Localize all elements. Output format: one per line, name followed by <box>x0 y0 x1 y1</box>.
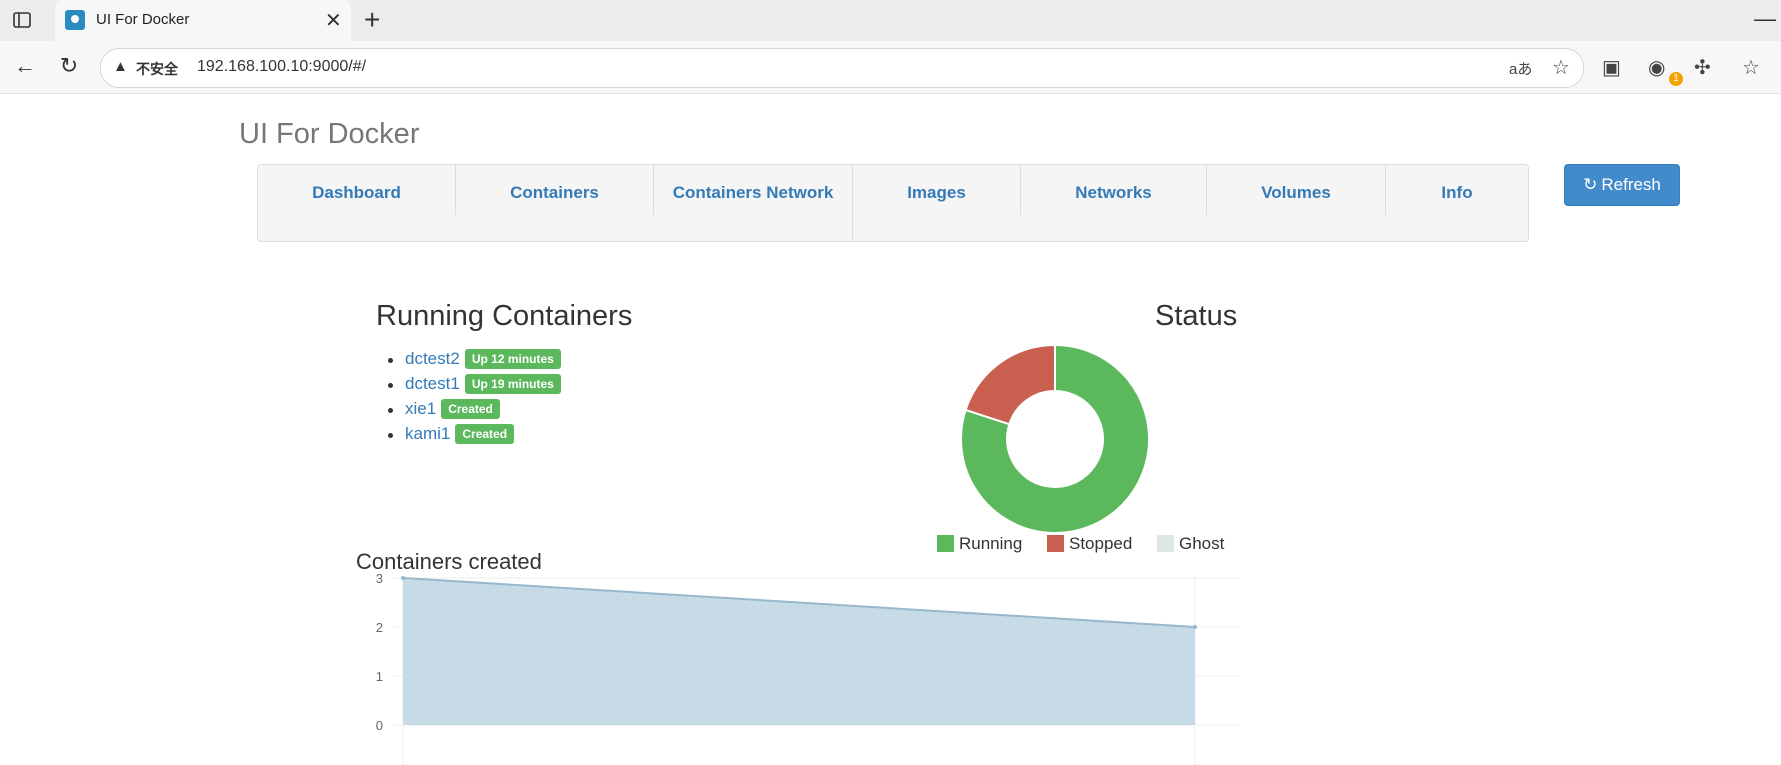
extension-badge: 1 <box>1669 72 1683 86</box>
nav-volumes[interactable]: Volumes <box>1207 165 1386 215</box>
nav-containers-network[interactable]: Containers Network <box>654 165 853 241</box>
container-link[interactable]: kami1 <box>405 424 450 443</box>
legend-swatch <box>937 535 954 552</box>
legend-label: Ghost <box>1179 534 1225 553</box>
legend-ghost: Ghost <box>1157 534 1224 554</box>
favorite-star-icon[interactable]: ☆ <box>1552 55 1570 80</box>
docker-favicon-icon <box>65 10 85 30</box>
extension-circle-icon[interactable]: ◉ <box>1648 55 1665 80</box>
new-tab-icon[interactable]: + <box>364 4 380 36</box>
data-point <box>401 576 405 580</box>
nav-dashboard[interactable]: Dashboard <box>258 165 456 215</box>
warning-icon[interactable]: ▲ <box>113 58 128 75</box>
close-tab-icon[interactable]: ✕ <box>325 8 342 33</box>
y-tick-label: 1 <box>376 669 383 684</box>
status-title: Status <box>1155 300 1238 332</box>
container-link[interactable]: dctest1 <box>405 374 460 393</box>
status-donut-chart <box>960 344 1150 534</box>
reload-icon[interactable]: ↻ <box>55 53 83 79</box>
collections-icon[interactable]: ▣ <box>1602 55 1621 80</box>
main-nav: Dashboard Containers Containers Network … <box>257 164 1529 242</box>
status-badge: Created <box>455 424 515 444</box>
nav-containers[interactable]: Containers <box>456 165 654 215</box>
y-tick-label: 3 <box>376 574 383 586</box>
y-tick-label: 0 <box>376 718 383 733</box>
security-label[interactable]: 不安全 <box>136 59 178 79</box>
list-item: dctest1 Up 19 minutes <box>388 373 561 398</box>
status-badge: Up 12 minutes <box>464 349 561 369</box>
refresh-label: Refresh <box>1601 175 1661 194</box>
refresh-button[interactable]: ↻ Refresh <box>1564 164 1680 206</box>
tab-title: UI For Docker <box>96 11 190 28</box>
extensions-puzzle-icon[interactable]: ✣ <box>1694 55 1711 80</box>
back-icon[interactable]: ← <box>11 53 39 79</box>
address-bar[interactable]: ▲ 不安全 192.168.100.10:9000/#/ aあ ☆ <box>100 48 1584 88</box>
legend-running: Running <box>937 534 1022 554</box>
legend-label: Stopped <box>1069 534 1133 553</box>
app-brand[interactable]: UI For Docker <box>239 118 419 151</box>
tab-actions-icon[interactable] <box>12 10 40 32</box>
read-aloud-icon[interactable]: aあ <box>1509 58 1532 79</box>
refresh-icon: ↻ <box>1583 175 1598 194</box>
donut-slice-stopped <box>964 344 1056 426</box>
data-point <box>1193 625 1197 629</box>
running-containers-title: Running Containers <box>376 300 633 332</box>
legend-swatch <box>1157 535 1174 552</box>
legend-stopped: Stopped <box>1047 534 1132 554</box>
list-item: xie1 Created <box>388 398 561 423</box>
container-list: dctest2 Up 12 minutes dctest1 Up 19 minute… <box>388 348 561 448</box>
legend-swatch <box>1047 535 1064 552</box>
y-tick-label: 2 <box>376 620 383 635</box>
nav-images[interactable]: Images <box>853 165 1021 215</box>
legend-label: Running <box>959 534 1023 553</box>
status-badge: Created <box>441 399 500 419</box>
container-link[interactable]: dctest2 <box>405 349 460 368</box>
list-item: kami1 Created <box>388 423 561 448</box>
nav-info[interactable]: Info <box>1386 165 1528 215</box>
browser-tab-bar: UI For Docker ✕ + — <box>0 0 1781 41</box>
container-link[interactable]: xie1 <box>405 399 436 418</box>
list-item: dctest2 Up 12 minutes <box>388 348 561 373</box>
minimize-window-icon[interactable]: — <box>1754 6 1776 32</box>
web-page: UI For Docker Dashboard Containers Conta… <box>5 94 1781 765</box>
browser-tab[interactable]: UI For Docker ✕ <box>55 0 351 41</box>
status-badge: Up 19 minutes <box>464 374 561 394</box>
favorites-icon[interactable]: ☆ <box>1742 55 1760 80</box>
url-text[interactable]: 192.168.100.10:9000/#/ <box>197 58 366 76</box>
containers-created-title: Containers created <box>356 549 542 574</box>
nav-networks[interactable]: Networks <box>1021 165 1207 215</box>
area-fill <box>403 578 1195 725</box>
containers-created-chart: 0 1 2 3 <box>376 574 1240 765</box>
